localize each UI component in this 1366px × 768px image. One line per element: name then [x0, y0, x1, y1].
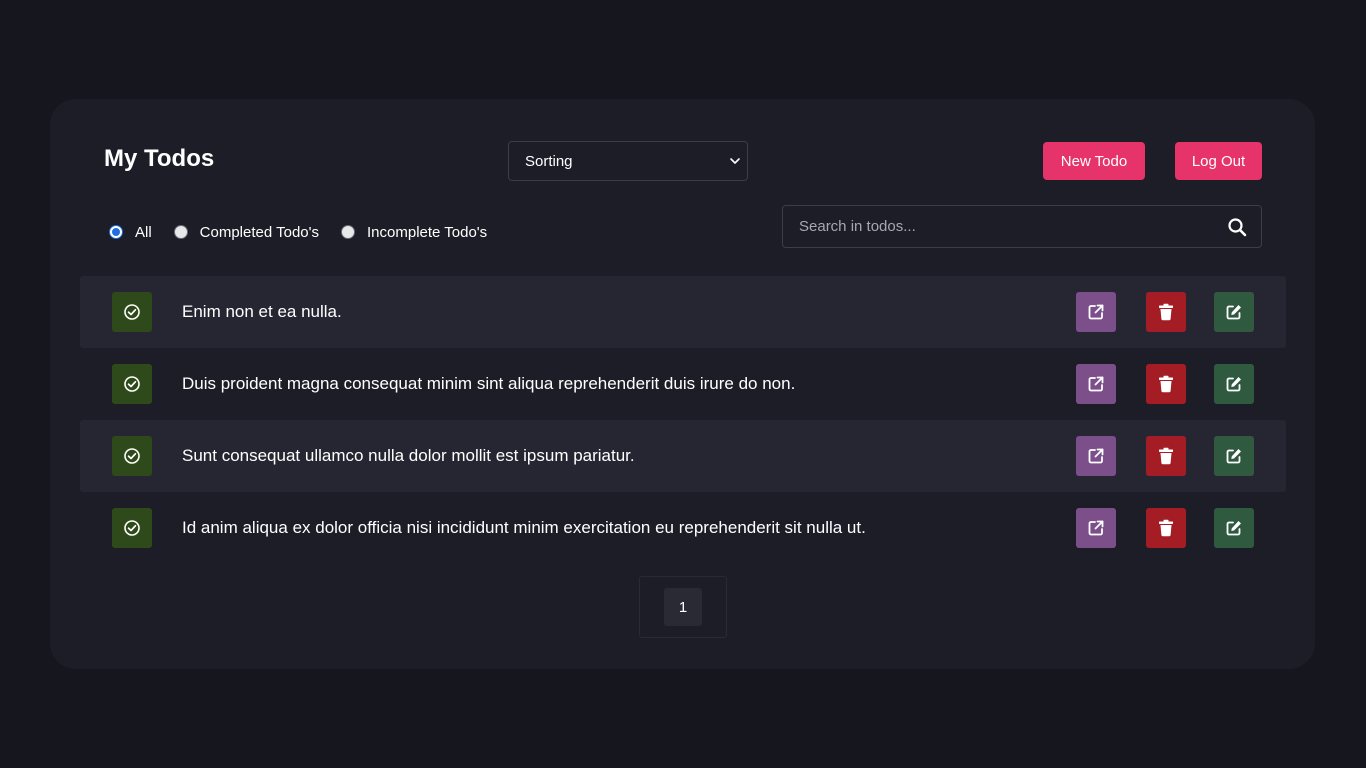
check-circle-icon: [124, 448, 140, 464]
todo-row: Enim non et ea nulla.: [80, 276, 1286, 348]
todo-row: Id anim aliqua ex dolor officia nisi inc…: [80, 492, 1286, 564]
edit-icon: [1226, 377, 1241, 392]
chevron-down-icon: [730, 158, 740, 164]
external-link-icon: [1088, 376, 1104, 392]
open-todo-button[interactable]: [1076, 292, 1116, 332]
filter-completed[interactable]: Completed Todo's: [173, 223, 319, 241]
filter-all[interactable]: All: [109, 224, 152, 241]
sorting-select-value: Sorting: [525, 152, 573, 170]
edit-todo-button[interactable]: [1214, 292, 1254, 332]
pagination: 1: [639, 576, 727, 638]
todo-text: Sunt consequat ullamco nulla dolor molli…: [182, 446, 635, 465]
external-link-icon: [1088, 304, 1104, 320]
delete-todo-button[interactable]: [1146, 436, 1186, 476]
check-circle-icon: [124, 376, 140, 392]
complete-toggle-button[interactable]: [112, 436, 152, 476]
edit-todo-button[interactable]: [1214, 508, 1254, 548]
open-todo-button[interactable]: [1076, 436, 1116, 476]
todo-list: Enim non et ea nulla. Duis proident magn…: [80, 276, 1286, 564]
filter-incomplete-radio[interactable]: [341, 225, 355, 239]
complete-toggle-button[interactable]: [112, 364, 152, 404]
todo-row: Sunt consequat ullamco nulla dolor molli…: [80, 420, 1286, 492]
external-link-icon: [1088, 448, 1104, 464]
log-out-button[interactable]: Log Out: [1175, 142, 1262, 180]
sorting-select[interactable]: Sorting: [508, 141, 748, 181]
todo-text: Id anim aliqua ex dolor officia nisi inc…: [182, 518, 866, 537]
open-todo-button[interactable]: [1076, 364, 1116, 404]
todo-text: Enim non et ea nulla.: [182, 302, 342, 321]
filter-all-radio[interactable]: [109, 225, 123, 239]
todo-text: Duis proident magna consequat minim sint…: [182, 374, 796, 393]
search-box: [782, 205, 1262, 248]
filter-incomplete-label: Incomplete Todo's: [367, 223, 488, 241]
trash-icon: [1159, 303, 1173, 321]
complete-toggle-button[interactable]: [112, 292, 152, 332]
page-title: My Todos: [104, 145, 215, 172]
page-button[interactable]: 1: [664, 588, 702, 626]
trash-icon: [1159, 447, 1173, 465]
trash-icon: [1159, 519, 1173, 537]
trash-icon: [1159, 375, 1173, 393]
filter-completed-label: Completed Todo's: [199, 223, 319, 241]
delete-todo-button[interactable]: [1146, 292, 1186, 332]
todo-row: Duis proident magna consequat minim sint…: [80, 348, 1286, 420]
edit-icon: [1226, 305, 1241, 320]
edit-icon: [1226, 449, 1241, 464]
complete-toggle-button[interactable]: [112, 508, 152, 548]
search-input[interactable]: [783, 206, 1213, 247]
check-circle-icon: [124, 520, 140, 536]
delete-todo-button[interactable]: [1146, 364, 1186, 404]
external-link-icon: [1088, 520, 1104, 536]
open-todo-button[interactable]: [1076, 508, 1116, 548]
filter-incomplete[interactable]: Incomplete Todo's: [341, 224, 487, 241]
filter-completed-radio[interactable]: [173, 225, 188, 239]
todos-card: My Todos Sorting New Todo Log Out All Co…: [50, 99, 1315, 669]
edit-icon: [1226, 521, 1241, 536]
search-icon[interactable]: [1227, 217, 1247, 237]
check-circle-icon: [124, 304, 140, 320]
new-todo-button[interactable]: New Todo: [1043, 142, 1145, 180]
edit-todo-button[interactable]: [1214, 364, 1254, 404]
filter-all-label: All: [135, 223, 152, 241]
filter-radio-group: All Completed Todo's Incomplete Todo's: [109, 222, 509, 242]
edit-todo-button[interactable]: [1214, 436, 1254, 476]
delete-todo-button[interactable]: [1146, 508, 1186, 548]
